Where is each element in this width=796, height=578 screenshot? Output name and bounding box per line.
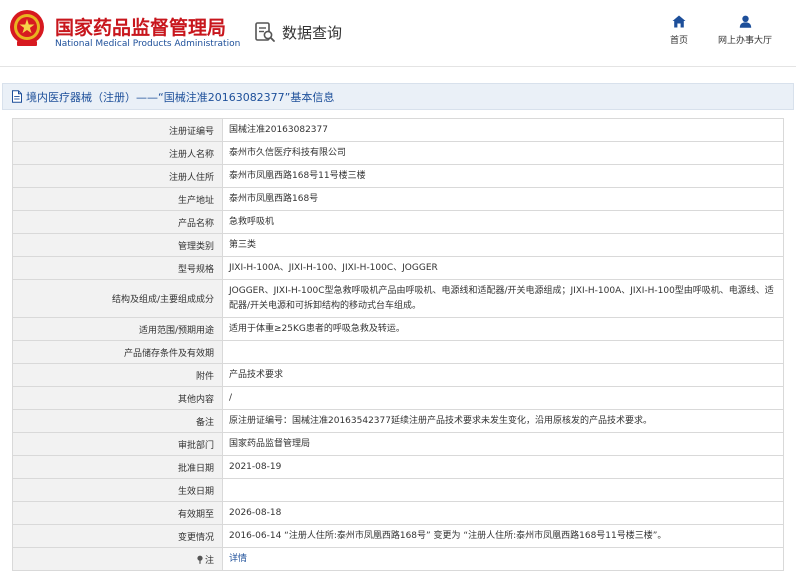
search-document-icon xyxy=(255,22,275,42)
table-row: 附件 产品技术要求 xyxy=(12,363,784,387)
nav-home-button[interactable]: 首页 xyxy=(665,15,693,46)
row-value: 适用于体重≥25KG患者的呼吸急救及转运。 xyxy=(222,317,784,341)
row-label: 管理类别 xyxy=(12,233,223,257)
row-value: JOGGER、JIXI-H-100C型急救呼吸机产品由呼吸机、电源线和适配器/开… xyxy=(222,279,784,318)
row-value: JIXI-H-100A、JIXI-H-100、JIXI-H-100C、JOGGE… xyxy=(222,256,784,280)
row-value: 2016-06-14 “注册人住所:泰州市凤凰西路168号” 变更为 “注册人住… xyxy=(222,524,784,548)
table-row: 其他内容 / xyxy=(12,386,784,410)
row-label: 结构及组成/主要组成成分 xyxy=(12,279,223,318)
table-row: 适用范围/预期用途 适用于体重≥25KG患者的呼吸急救及转运。 xyxy=(12,317,784,341)
document-icon xyxy=(12,90,22,103)
table-row: 批准日期 2021-08-19 xyxy=(12,455,784,479)
row-label: 附件 xyxy=(12,363,223,387)
table-row: 型号规格 JIXI-H-100A、JIXI-H-100、JIXI-H-100C、… xyxy=(12,256,784,280)
table-row-note: 注 详情 xyxy=(12,547,784,571)
registration-info-table: 注册证编号 国械注准20163082377 注册人名称 泰州市久信医疗科技有限公… xyxy=(12,118,784,571)
row-label: 产品储存条件及有效期 xyxy=(12,340,223,364)
table-row: 注册证编号 国械注准20163082377 xyxy=(12,118,784,142)
row-value: 泰州市凤凰西路168号 xyxy=(222,187,784,211)
section-title: 境内医疗器械（注册）——“国械注准20163082377”基本信息 xyxy=(26,90,335,104)
row-value: 2021-08-19 xyxy=(222,455,784,479)
nav-online-hall-button[interactable]: 网上办事大厅 xyxy=(713,15,777,46)
table-row: 生产地址 泰州市凤凰西路168号 xyxy=(12,187,784,211)
row-value: 急救呼吸机 xyxy=(222,210,784,234)
row-value: 国家药品监督管理局 xyxy=(222,432,784,456)
nav-home-label: 首页 xyxy=(669,36,688,46)
table-row: 注册人住所 泰州市凤凰西路168号11号楼三楼 xyxy=(12,164,784,188)
national-emblem-icon xyxy=(10,10,44,46)
details-link[interactable]: 详情 xyxy=(222,547,784,571)
note-label-cell: 注 xyxy=(12,547,223,571)
row-label: 生产地址 xyxy=(12,187,223,211)
table-row: 产品名称 急救呼吸机 xyxy=(12,210,784,234)
table-row: 管理类别 第三类 xyxy=(12,233,784,257)
row-label: 注册证编号 xyxy=(12,118,223,142)
table-row: 结构及组成/主要组成成分 JOGGER、JIXI-H-100C型急救呼吸机产品由… xyxy=(12,279,784,318)
nav-online-hall-label: 网上办事大厅 xyxy=(717,36,772,46)
row-label: 有效期至 xyxy=(12,501,223,525)
user-icon xyxy=(739,15,751,28)
table-row: 备注 原注册证编号：国械注准20163542377延续注册产品技术要求未发生变化… xyxy=(12,409,784,433)
row-value: 第三类 xyxy=(222,233,784,257)
row-value: 产品技术要求 xyxy=(222,363,784,387)
home-icon xyxy=(672,15,686,28)
row-value xyxy=(222,478,784,502)
row-label: 生效日期 xyxy=(12,478,223,502)
row-value: 泰州市久信医疗科技有限公司 xyxy=(222,141,784,165)
row-value: 国械注准20163082377 xyxy=(222,118,784,142)
note-label: 注 xyxy=(204,555,214,566)
row-label: 产品名称 xyxy=(12,210,223,234)
row-value: / xyxy=(222,386,784,410)
row-value: 原注册证编号：国械注准20163542377延续注册产品技术要求未发生变化，沿用… xyxy=(222,409,784,433)
row-value: 2026-08-18 xyxy=(222,501,784,525)
table-row: 变更情况 2016-06-14 “注册人住所:泰州市凤凰西路168号” 变更为 … xyxy=(12,524,784,548)
site-header: 国家药品监督管理局 National Medical Products Admi… xyxy=(0,0,796,64)
row-value xyxy=(222,340,784,364)
data-query-label: 数据查询 xyxy=(282,23,343,42)
row-label: 注册人名称 xyxy=(12,141,223,165)
header-divider xyxy=(0,66,796,67)
row-label: 批准日期 xyxy=(12,455,223,479)
table-row: 审批部门 国家药品监督管理局 xyxy=(12,432,784,456)
row-label: 注册人住所 xyxy=(12,164,223,188)
pin-icon xyxy=(197,555,203,564)
data-query-link[interactable]: 数据查询 xyxy=(254,20,342,44)
section-title-bar: 境内医疗器械（注册）——“国械注准20163082377”基本信息 xyxy=(2,83,794,110)
row-label: 其他内容 xyxy=(12,386,223,410)
table-row: 有效期至 2026-08-18 xyxy=(12,501,784,525)
table-row: 生效日期 xyxy=(12,478,784,502)
row-label: 变更情况 xyxy=(12,524,223,548)
org-name-en: National Medical Products Administration xyxy=(55,39,241,49)
row-label: 型号规格 xyxy=(12,256,223,280)
table-row: 产品储存条件及有效期 xyxy=(12,340,784,364)
org-name-cn: 国家药品监督管理局 xyxy=(55,17,227,39)
row-label: 审批部门 xyxy=(12,432,223,456)
row-value: 泰州市凤凰西路168号11号楼三楼 xyxy=(222,164,784,188)
table-row: 注册人名称 泰州市久信医疗科技有限公司 xyxy=(12,141,784,165)
row-label: 备注 xyxy=(12,409,223,433)
row-label: 适用范围/预期用途 xyxy=(12,317,223,341)
